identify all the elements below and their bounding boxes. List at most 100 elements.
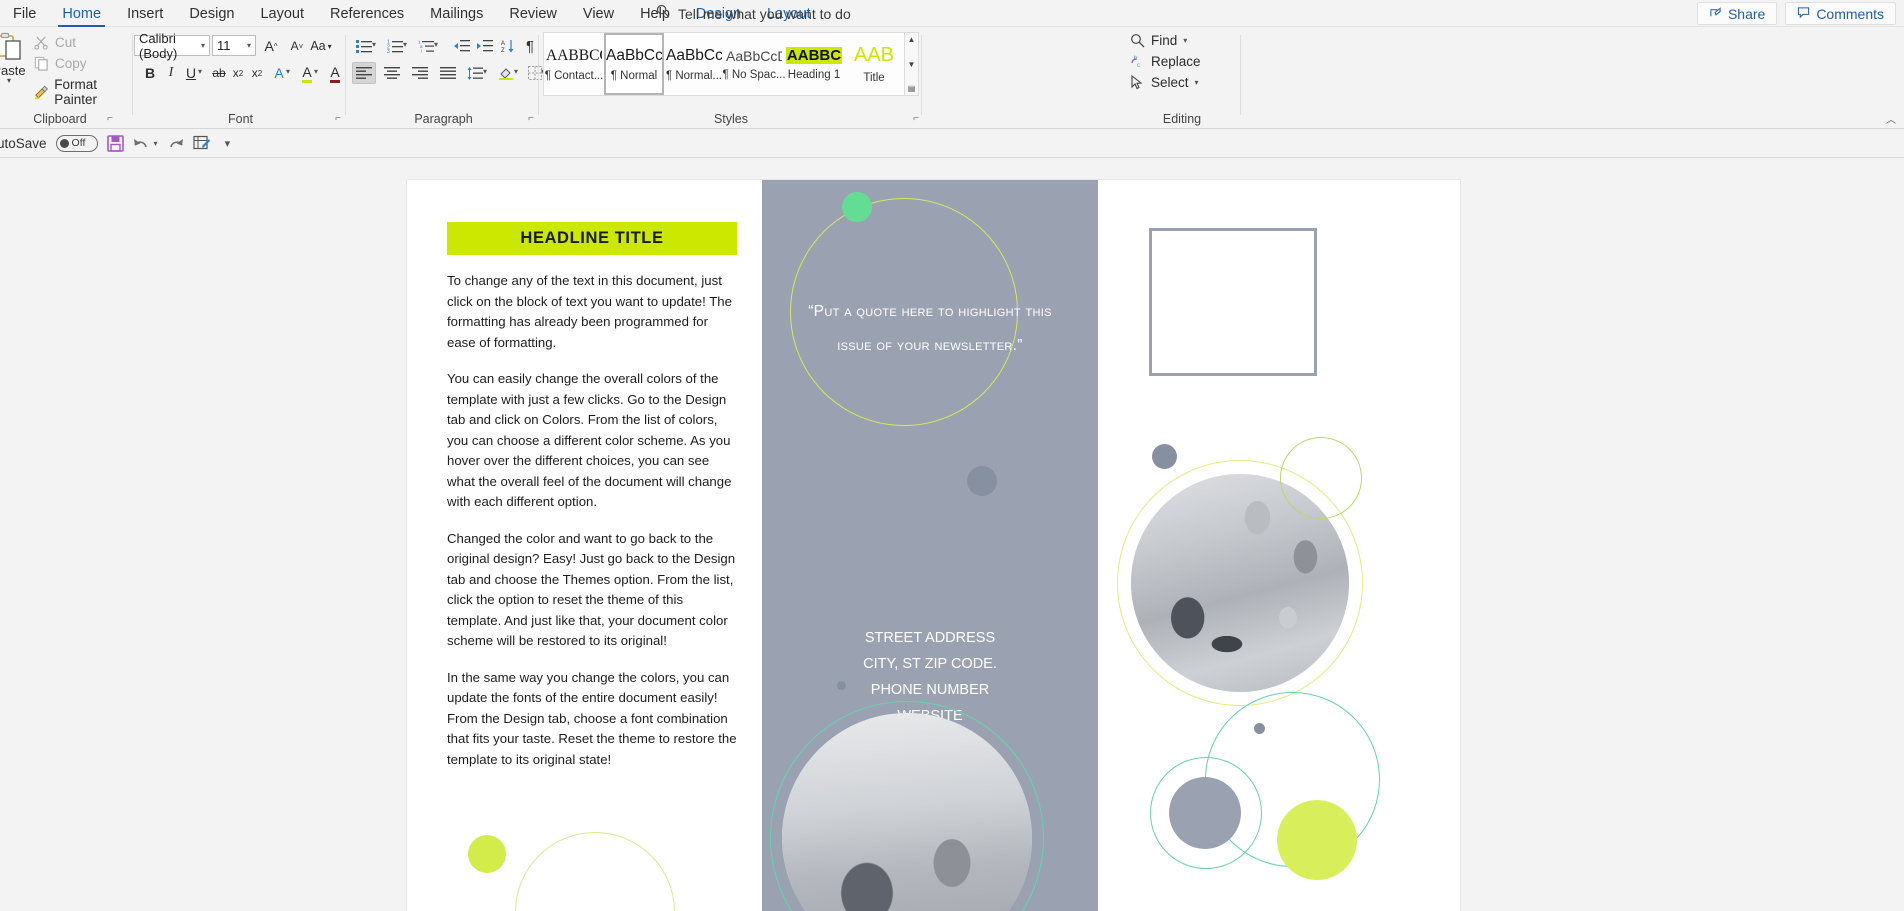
underline-dropdown-caret[interactable]: ▾ — [198, 67, 202, 76]
paste-label: Paste — [0, 63, 26, 78]
cursor-icon — [1130, 75, 1145, 90]
find-button[interactable]: Find ▾ — [1130, 33, 1187, 48]
undo-caret[interactable]: ▾ — [154, 139, 158, 148]
paragraph-dialog-launcher[interactable]: ⌐ — [525, 113, 537, 125]
touch-mode-button[interactable] — [193, 135, 210, 151]
search-icon — [656, 4, 670, 23]
more-styles-icon[interactable]: ▤ — [908, 84, 916, 93]
copy-button[interactable]: Copy — [34, 56, 87, 71]
font-name-value: Calibri (Body) — [139, 31, 201, 61]
ribbon: Paste ▾ Cut Copy For — [0, 27, 1904, 129]
tab-review[interactable]: Review — [496, 0, 570, 27]
align-left-button[interactable] — [352, 62, 376, 84]
undo-button[interactable] — [133, 135, 150, 151]
tell-me-search[interactable]: Tell me what you want to do — [656, 0, 851, 27]
tab-file[interactable]: File — [0, 0, 49, 27]
tab-view[interactable]: View — [570, 0, 627, 27]
image-placeholder-frame[interactable] — [1149, 228, 1317, 376]
multilevel-caret[interactable]: ▾ — [434, 40, 438, 49]
replace-label: Replace — [1151, 54, 1201, 69]
style-item-normal-alt[interactable]: AaBbCcDd ¶ Normal... — [664, 33, 724, 95]
redo-button[interactable] — [167, 135, 184, 151]
highlight-caret[interactable]: ▾ — [314, 67, 318, 76]
sort-button[interactable]: AZ — [497, 35, 519, 57]
change-case-button[interactable]: Aa ▾ — [310, 35, 332, 57]
align-right-button[interactable] — [408, 62, 432, 84]
shrink-font-button[interactable]: A˅ — [286, 35, 308, 57]
share-button[interactable]: Share — [1697, 2, 1777, 25]
vertical-scrollbar[interactable] — [1891, 158, 1904, 911]
style-name: ¶ Normal — [611, 70, 657, 82]
style-item-title[interactable]: AAB Title — [844, 33, 904, 95]
font-size-combo[interactable]: 11 ▾ — [212, 35, 256, 56]
font-name-combo[interactable]: Calibri (Body) ▾ — [134, 35, 210, 56]
format-painter-button[interactable]: Format Painter — [34, 77, 134, 107]
pull-quote[interactable]: “Put a quote here to highlight this issu… — [790, 295, 1070, 363]
paragraph-group-label: Paragraph — [347, 112, 540, 126]
font-color-button[interactable]: A — [324, 62, 346, 84]
align-center-icon — [384, 67, 400, 79]
scroll-up-icon[interactable]: ▲ — [908, 35, 916, 44]
grow-font-button[interactable]: A^ — [260, 35, 282, 57]
cut-button[interactable]: Cut — [34, 35, 76, 50]
select-button[interactable]: Select ▾ — [1130, 75, 1199, 90]
decrease-indent-button[interactable] — [451, 35, 473, 57]
autosave-toggle[interactable]: Off — [56, 135, 98, 152]
bold-button[interactable]: B — [139, 62, 161, 84]
sort-icon: AZ — [501, 39, 516, 54]
body-paragraph-2[interactable]: You can easily change the overall colors… — [447, 369, 737, 513]
headline-title[interactable]: HEADLINE TITLE — [447, 222, 737, 255]
collapse-ribbon-button[interactable]: ︿ — [1886, 111, 1896, 126]
replace-button[interactable]: bc Replace — [1130, 54, 1201, 69]
scroll-down-icon[interactable]: ▼ — [908, 60, 916, 69]
increase-indent-button[interactable] — [474, 35, 496, 57]
tab-references[interactable]: References — [317, 0, 417, 27]
body-paragraph-4[interactable]: In the same way you change the colors, y… — [447, 668, 737, 771]
justify-button[interactable] — [436, 62, 460, 84]
comments-button[interactable]: Comments — [1785, 2, 1896, 25]
document-canvas[interactable]: HEADLINE TITLE To change any of the text… — [0, 158, 1904, 911]
align-center-button[interactable] — [380, 62, 404, 84]
body-paragraph-1[interactable]: To change any of the text in this docume… — [447, 271, 737, 353]
save-button[interactable] — [107, 135, 124, 152]
increase-indent-icon — [477, 39, 493, 53]
font-dialog-launcher[interactable]: ⌐ — [332, 113, 344, 125]
tab-layout[interactable]: Layout — [247, 0, 317, 27]
body-paragraph-3[interactable]: Changed the color and want to go back to… — [447, 529, 737, 652]
paste-button[interactable]: Paste ▾ — [0, 32, 32, 98]
style-item-no-spacing[interactable]: AaBbCcDdI ¶ No Spac... — [724, 33, 784, 95]
numbering-caret[interactable]: ▾ — [403, 40, 407, 49]
style-item-normal[interactable]: AaBbCcDd ¶ Normal — [604, 33, 664, 95]
scissors-icon — [34, 35, 49, 50]
paintbrush-icon — [34, 85, 48, 100]
clipboard-dialog-launcher[interactable]: ⌐ — [104, 113, 116, 125]
superscript-button[interactable]: x2 — [246, 62, 268, 84]
decorative-circle-green — [842, 192, 872, 222]
font-size-value: 11 — [217, 38, 231, 53]
qat-overflow-button[interactable]: ▾ — [225, 137, 231, 150]
select-caret[interactable]: ▾ — [1195, 78, 1199, 87]
comment-icon — [1797, 6, 1810, 22]
tab-insert[interactable]: Insert — [114, 0, 176, 27]
style-item-heading-1[interactable]: AABBC Heading 1 — [784, 33, 844, 95]
autosave-label: AutoSave — [0, 136, 47, 151]
tab-design[interactable]: Design — [176, 0, 247, 27]
italic-button[interactable]: I — [160, 62, 182, 84]
title-bar: File Home Insert Design Layout Reference… — [0, 0, 1904, 27]
autosave-state: Off — [72, 137, 86, 149]
line-spacing-caret[interactable]: ▾ — [483, 67, 487, 76]
tab-home[interactable]: Home — [49, 0, 114, 27]
style-item-contact[interactable]: AABBCC ¶ Contact... — [544, 33, 604, 95]
undo-icon — [133, 135, 150, 151]
tab-file-label: File — [13, 6, 36, 22]
paste-dropdown-caret[interactable]: ▾ — [7, 78, 11, 84]
tell-me-placeholder: Tell me what you want to do — [678, 6, 851, 22]
style-preview: AaBbCcDdI — [726, 48, 782, 64]
document-page[interactable]: HEADLINE TITLE To change any of the text… — [407, 180, 1460, 911]
tab-mailings[interactable]: Mailings — [417, 0, 496, 27]
styles-scroll-buttons[interactable]: ▲ ▼ ▤ — [904, 32, 919, 96]
find-caret[interactable]: ▾ — [1183, 36, 1187, 45]
text-effects-caret[interactable]: ▾ — [286, 67, 290, 76]
bullets-caret[interactable]: ▾ — [372, 40, 376, 49]
shading-caret[interactable]: ▾ — [514, 67, 518, 76]
